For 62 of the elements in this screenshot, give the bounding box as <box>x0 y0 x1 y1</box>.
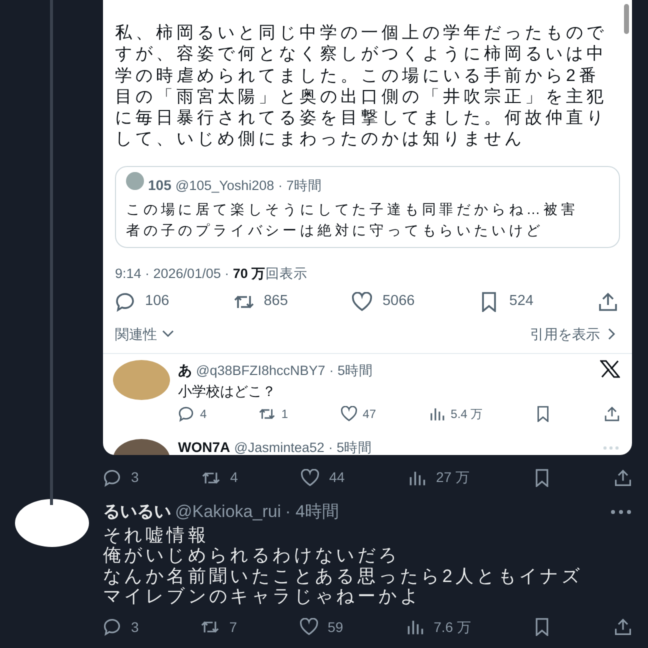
post-text: それ嘘情報 俺がいじめられるわけないだろ なんか名前聞いたことある思ったら2人ともイナズマイレブンのキャラじゃねーかよ <box>103 524 584 606</box>
reply-text: 小学校はどこ？ <box>178 382 277 402</box>
user-handle[interactable]: @Kakioka_rui <box>175 499 282 524</box>
user-handle[interactable]: @q38BFZI8hccNBY7 <box>196 360 326 382</box>
views-button[interactable]: 7.6 万 <box>406 616 471 638</box>
bar-chart-icon <box>408 468 426 486</box>
post-meta: 9:14 · 2026/01/05 · 70 万回表示 <box>114 264 309 283</box>
repost-button[interactable]: 7 <box>201 616 238 638</box>
heart-icon <box>340 406 357 422</box>
avatar <box>126 172 144 190</box>
chevron-right-icon <box>606 327 618 342</box>
display-name[interactable]: るいるい <box>103 499 171 524</box>
reply-button[interactable]: 106 <box>115 291 170 313</box>
more-options-icon[interactable] <box>610 508 632 515</box>
view-quotes-link[interactable]: 引用を表示 <box>530 324 618 345</box>
heart-icon <box>300 618 318 636</box>
repost-button[interactable]: 865 <box>234 291 288 313</box>
share-button[interactable] <box>614 468 632 486</box>
x-logo-icon <box>600 360 620 378</box>
bookmark-icon <box>535 406 552 422</box>
share-icon <box>604 406 620 422</box>
repost-button[interactable]: 4 <box>202 467 238 488</box>
like-button[interactable]: 59 <box>300 616 344 638</box>
quoted-post[interactable]: 105 @105_Yoshi208 · 7時間 この場に居て楽しそうにしてた子達も同罪だからね…被害者の子のプライバシーは絶対に守ってもらいたいけど <box>115 166 620 248</box>
share-button[interactable] <box>614 618 632 636</box>
post-time: · 5時間 <box>329 362 374 380</box>
bar-chart-icon <box>428 406 445 422</box>
views-button[interactable]: 5.4 万 <box>428 405 483 424</box>
views-button[interactable]: 27 万 <box>408 467 470 488</box>
like-button[interactable]: 5066 <box>352 291 415 313</box>
repost-button[interactable]: 1 <box>259 405 288 424</box>
display-name[interactable]: WON7A <box>178 437 230 455</box>
reply-button[interactable]: 3 <box>103 467 139 488</box>
speech-bubble-icon <box>178 406 194 422</box>
display-name[interactable]: あ <box>178 360 192 381</box>
share-button[interactable] <box>598 292 618 312</box>
post-time: · 5時間 <box>328 439 372 455</box>
quote-text: この場に居て楽しそうにしてた子達も同罪だからね…被害者の子のプライバシーは絶対に守ってもらいたいけど <box>126 200 580 240</box>
heart-icon <box>352 292 372 312</box>
speech-bubble-icon <box>103 468 121 486</box>
post-time: · 7時間 <box>278 176 322 195</box>
like-button[interactable]: 47 <box>340 405 376 424</box>
bookmark-button[interactable] <box>535 406 552 422</box>
bar-chart-icon <box>406 618 424 636</box>
scrollbar[interactable] <box>624 4 629 34</box>
user-handle[interactable]: @Jasmintea52 <box>234 438 324 455</box>
post-text: 私、柿岡るいと同じ中学の一個上の学年だったものですが、容姿で何となく察しがつくように柿岡るいは中学の時虐められてました。この場にいる手前から2番目の「雨宮太陽」と奥の出口側の「井吹宗正」を主犯に毎日暴行されてる姿を目撃してました。何故仲直りして、いじめ側にまわったのかは知りません <box>115 22 608 150</box>
speech-bubble-icon <box>103 618 121 636</box>
share-button[interactable] <box>604 406 620 422</box>
reply-button[interactable]: 3 <box>103 616 139 638</box>
display-name[interactable]: 105 <box>148 176 172 194</box>
bookmark-button[interactable]: 524 <box>479 291 534 313</box>
post-time: · 4時間 <box>285 501 339 523</box>
share-icon <box>614 468 632 486</box>
like-button[interactable]: 44 <box>301 467 345 488</box>
user-handle[interactable]: @105_Yoshi208 <box>175 176 274 195</box>
share-icon <box>598 292 618 312</box>
sort-dropdown[interactable]: 関連性 <box>115 324 175 345</box>
speech-bubble-icon <box>115 292 135 312</box>
share-icon <box>614 618 632 636</box>
heart-icon <box>301 468 320 486</box>
reply-button[interactable]: 4 <box>178 405 207 424</box>
